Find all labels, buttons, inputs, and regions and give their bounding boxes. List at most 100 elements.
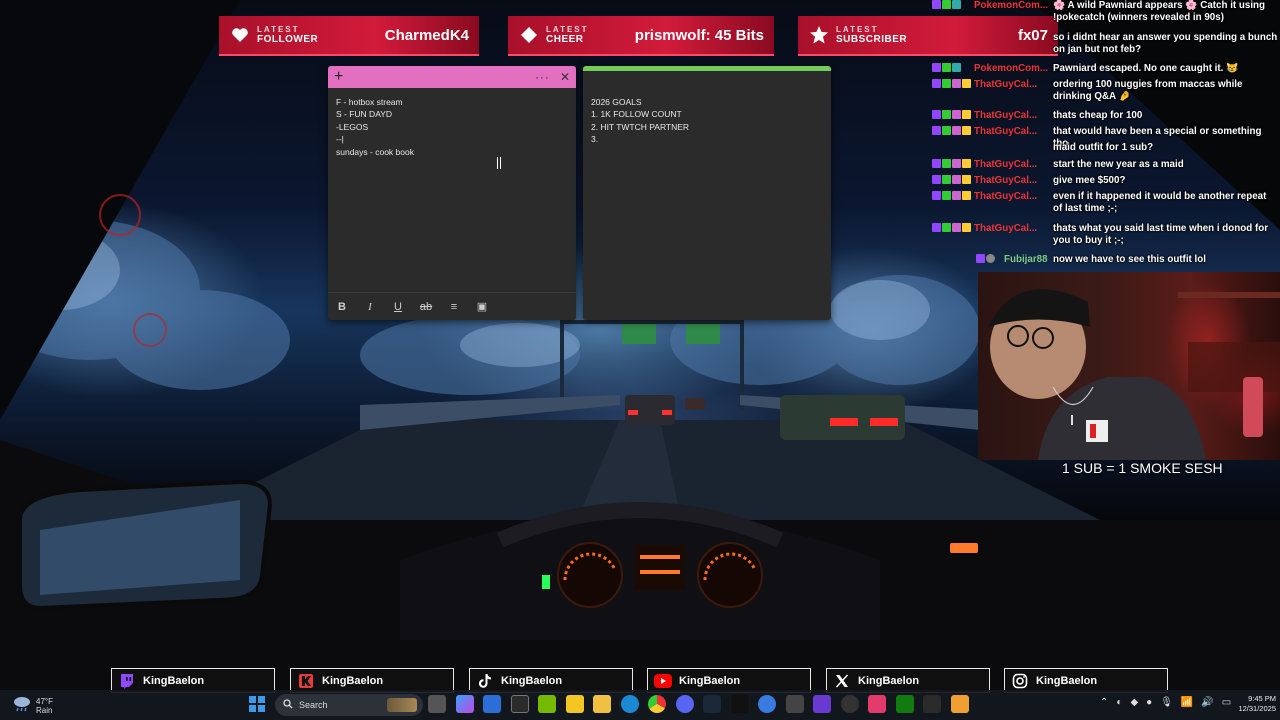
banner-type: CHEER [546,34,584,45]
chat-text: ordering 100 nuggies from maccas while d… [1053,79,1243,102]
close-icon[interactable]: ✕ [560,70,570,84]
latest-follower-name: CharmedK4 [384,26,469,44]
app-icon[interactable] [840,695,859,713]
search-placeholder: Search [299,700,328,710]
text-cursor-icon [497,157,501,169]
italic-button[interactable]: I [362,301,378,313]
chat-username[interactable]: ThatGuyCal... [974,110,1052,122]
rain-cloud-icon [12,694,32,717]
chat-username[interactable]: ThatGuyCal... [974,191,1052,203]
steam-icon[interactable] [703,695,721,713]
taskbar-search[interactable]: Search [275,694,423,716]
chat-badges [932,126,971,135]
webcam-caption: 1 SUB = 1 SMOKE SESH [1062,460,1223,476]
note-line: 2026 GOALS [591,97,642,107]
tray-app-icon[interactable]: ◐ [1116,697,1122,708]
xbox-icon[interactable] [895,695,914,713]
chat-text: thats what you said last time when i don… [1053,223,1269,246]
outlook-icon[interactable] [483,695,501,713]
chat-text: now we have to see this outfit lol [1053,254,1206,265]
search-highlight-image [387,698,417,712]
twitch-icon [117,671,137,691]
social-handle: KingBaelon [858,674,920,687]
discord-icon[interactable] [675,695,694,713]
tiktok-app-icon[interactable] [868,695,886,713]
chat-username[interactable]: ThatGuyCal... [974,79,1052,91]
note-line: sundays - cook book [336,146,414,157]
heart-icon [229,24,251,46]
note-text-area[interactable]: 2026 GOALS 1. 1K FOLLOW COUNT 2. HIT TWT… [583,71,831,154]
note-line: 3. [591,134,599,145]
twitch-app-icon[interactable] [813,695,831,713]
chat-text: thats cheap for 100 [1053,110,1143,121]
chat-badges [932,110,971,119]
chat-badges [932,191,971,200]
windows-start-button[interactable] [249,696,265,712]
weather-widget[interactable]: 47°F Rain [12,694,53,717]
social-handle: KingBaelon [143,674,205,687]
bold-button[interactable]: B [334,301,350,313]
banner-type: FOLLOWER [257,34,319,45]
social-handle: KingBaelon [1036,674,1098,687]
copilot-icon[interactable] [455,695,474,713]
obs-icon[interactable] [785,695,804,713]
chrome-icon[interactable] [648,695,666,713]
chat-username[interactable]: PokemonCom... [974,63,1052,75]
instagram-icon [1010,671,1030,691]
tray-app-icon[interactable]: ● [1146,697,1152,708]
chat-text: even if it happened it would be another … [1053,191,1267,214]
chat-text: start the new year as a maid [1053,159,1184,170]
chat-badges [932,223,971,232]
tray-app-icon[interactable]: ◆ [1130,697,1138,708]
nvidia-icon[interactable] [538,695,556,713]
insert-image-button[interactable]: ▣ [474,300,490,313]
chat-username[interactable]: ThatGuyCal... [974,175,1052,187]
chat-overlay: PokemonCom... 🌸 A wild Pawniard appears … [930,0,1280,270]
strikethrough-button[interactable]: ab [418,301,434,313]
sticky-notes-icon[interactable] [565,695,584,713]
system-tray: ⌃ ◐ ◆ ● 🎙 📶 🔊 ▭ [1100,697,1231,708]
mic-icon[interactable]: 🎙 [1160,697,1173,708]
note-text-area[interactable]: F - hotbox stream S - FUN DAYD -LEGOS --… [328,88,576,166]
battlenet-icon[interactable] [758,695,776,713]
search-icon [283,699,293,711]
underline-button[interactable]: U [390,301,406,313]
chat-text: Pawniard escaped. No one caught it. 😿 [1053,63,1239,74]
youtube-icon [653,671,673,691]
chat-text: so i didnt hear an answer you spending a… [1053,32,1278,55]
diamond-icon [518,24,540,46]
store-icon[interactable] [510,695,529,713]
chat-username[interactable]: PokemonCom... [974,0,1052,12]
chat-username[interactable]: ThatGuyCal... [974,159,1052,171]
chat-username[interactable]: ThatGuyCal... [974,126,1052,138]
add-note-icon[interactable]: + [334,68,343,86]
star-icon [808,24,830,46]
volume-icon[interactable]: 🔊 [1201,697,1213,708]
bullet-list-button[interactable]: ≡ [446,301,462,313]
taskbar-clock[interactable]: 9:45 PM 12/31/2025 [1226,694,1276,714]
epic-games-icon[interactable] [730,695,749,713]
note-title-bar[interactable]: + ··· ✕ [328,66,576,88]
app-icon[interactable] [950,695,969,713]
social-handle: KingBaelon [501,674,563,687]
clock-time: 9:45 PM [1248,694,1276,703]
social-handle: KingBaelon [679,674,741,687]
chat-username[interactable]: ThatGuyCal... [974,223,1052,235]
note-line: S - FUN DAYD [336,109,393,120]
chat-badges [976,254,995,263]
file-explorer-icon[interactable] [593,695,611,713]
chat-text: maid outfit for 1 sub? [1053,142,1154,153]
sticky-note-goals[interactable]: 2026 GOALS 1. 1K FOLLOW COUNT 2. HIT TWT… [583,66,831,320]
edge-icon[interactable] [620,695,639,713]
wifi-icon[interactable]: 📶 [1181,697,1193,708]
note-line: 1. 1K FOLLOW COUNT [591,109,682,120]
webcam-feed [978,272,1280,460]
chevron-up-icon[interactable]: ⌃ [1100,697,1108,708]
more-options-icon[interactable]: ··· [535,70,550,84]
chat-text: 🌸 A wild Pawniard appears 🌸 Catch it usi… [1053,0,1266,23]
note-line: 2. HIT TWTCH PARTNER [591,121,690,132]
sticky-note-schedule[interactable]: + ··· ✕ F - hotbox stream S - FUN DAYD -… [328,66,576,320]
latest-follower-banner: LATEST FOLLOWER CharmedK4 [219,16,479,56]
terminal-icon[interactable] [923,695,941,713]
task-view-icon[interactable] [428,695,446,713]
